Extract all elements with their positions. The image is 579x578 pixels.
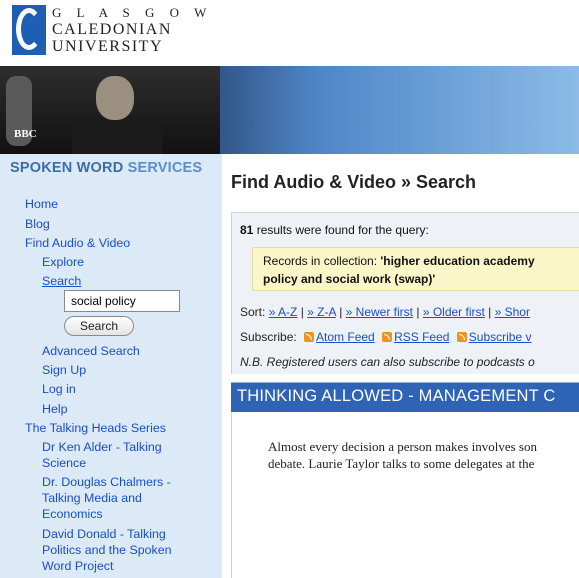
nav-sign-up[interactable]: Sign Up bbox=[42, 363, 86, 378]
rss-feed-link[interactable]: RSS Feed bbox=[394, 330, 449, 344]
query-box: Records in collection: 'higher education… bbox=[252, 247, 579, 291]
speaker-face bbox=[96, 76, 134, 120]
logo-line-3: UNIVERSITY bbox=[52, 38, 163, 55]
nav-david-donald-line1[interactable]: David Donald - Talking bbox=[42, 527, 166, 542]
nav-find-audio-video[interactable]: Find Audio & Video bbox=[25, 236, 130, 251]
nav-help[interactable]: Help bbox=[42, 402, 67, 417]
logo-line-1: G L A S G O W bbox=[52, 5, 213, 20]
subscribe-note: N.B. Registered users can also subscribe… bbox=[240, 355, 535, 369]
nav-ken-alder-line1[interactable]: Dr Ken Alder - Talking bbox=[42, 440, 162, 455]
results-panel: 81 results were found for the query: Rec… bbox=[231, 212, 579, 374]
logo-line-2: CALEDONIAN bbox=[52, 21, 172, 38]
nav-search[interactable]: Search bbox=[42, 274, 81, 289]
nav-log-in[interactable]: Log in bbox=[42, 382, 76, 397]
sort-bar: Sort: » A-Z | » Z-A | » Newer first | » … bbox=[240, 305, 530, 319]
feed-icon bbox=[382, 332, 393, 342]
result-item-body: Almost every decision a person makes inv… bbox=[231, 412, 579, 578]
nav-home[interactable]: Home bbox=[25, 197, 58, 212]
nav-douglas-chalmers-line2[interactable]: Talking Media and bbox=[42, 491, 142, 506]
sidebar-title-part1: SPOKEN WORD bbox=[10, 160, 124, 176]
subscribe-label: Subscribe: bbox=[240, 330, 301, 344]
speaker-figure bbox=[72, 116, 162, 154]
page-title: Find Audio & Video » Search bbox=[231, 172, 477, 192]
result-count-text: 81 results were found for the query: bbox=[240, 223, 429, 237]
logo-bar: G L A S G O W CALEDONIAN UNIVERSITY bbox=[0, 0, 579, 66]
result-item-header: THINKING ALLOWED - MANAGEMENT C bbox=[231, 382, 579, 412]
description-line-2: debate. Laurie Taylor talks to some dele… bbox=[268, 456, 535, 471]
nav-david-donald-line2[interactable]: Politics and the Spoken bbox=[42, 543, 172, 558]
university-name[interactable]: G L A S G O W CALEDONIAN UNIVERSITY bbox=[52, 4, 212, 55]
nav-douglas-chalmers-line1[interactable]: Dr. Douglas Chalmers - bbox=[42, 475, 171, 490]
nav-advanced-search[interactable]: Advanced Search bbox=[42, 344, 140, 359]
nav-david-donald-line3[interactable]: Word Project bbox=[42, 559, 113, 574]
atom-feed-link[interactable]: Atom Feed bbox=[316, 330, 375, 344]
query-prefix: Records in collection: bbox=[263, 254, 381, 268]
sidebar-title-part2: SERVICES bbox=[123, 160, 203, 176]
search-button[interactable]: Search bbox=[64, 316, 134, 336]
subscribe-podcast-link[interactable]: Subscribe v bbox=[469, 330, 532, 344]
nav-ken-alder-line2[interactable]: Science bbox=[42, 456, 86, 471]
nav-explore[interactable]: Explore bbox=[42, 255, 84, 270]
search-input[interactable] bbox=[64, 290, 180, 312]
sidebar: SPOKEN WORD SERVICES Home Blog Find Audi… bbox=[0, 154, 222, 578]
result-count: 81 bbox=[240, 223, 254, 237]
banner-photo: BBC bbox=[0, 66, 220, 154]
feed-icon bbox=[456, 332, 467, 342]
sort-z-a[interactable]: » Z-A bbox=[307, 305, 336, 319]
result-count-suffix: results were found for the query: bbox=[253, 223, 429, 237]
sort-older-first[interactable]: » Older first bbox=[423, 305, 485, 319]
university-logo-icon[interactable] bbox=[12, 5, 46, 55]
feed-icon bbox=[304, 332, 315, 342]
sort-a-z[interactable]: » A-Z bbox=[269, 305, 298, 319]
sort-label: Sort: bbox=[240, 305, 269, 319]
sort-newer-first[interactable]: » Newer first bbox=[346, 305, 413, 319]
bbc-logo: BBC bbox=[14, 128, 37, 140]
sort-shortest[interactable]: » Shor bbox=[495, 305, 530, 319]
query-value-line2: policy and social work (swap)' bbox=[263, 272, 436, 286]
query-value-line1: 'higher education academy bbox=[380, 254, 535, 268]
result-item-description: Almost every decision a person makes inv… bbox=[268, 438, 579, 472]
nav-blog[interactable]: Blog bbox=[25, 217, 50, 232]
sidebar-title[interactable]: SPOKEN WORD SERVICES bbox=[10, 160, 202, 176]
result-item-title[interactable]: THINKING ALLOWED - MANAGEMENT C bbox=[237, 387, 556, 406]
description-line-1: Almost every decision a person makes inv… bbox=[268, 439, 537, 454]
nav-talking-heads-series[interactable]: The Talking Heads Series bbox=[25, 421, 166, 436]
nav-douglas-chalmers-line3[interactable]: Economics bbox=[42, 507, 103, 522]
header-banner: BBC bbox=[0, 66, 579, 154]
subscribe-bar: Subscribe: Atom Feed RSS Feed Subscribe … bbox=[240, 330, 531, 344]
